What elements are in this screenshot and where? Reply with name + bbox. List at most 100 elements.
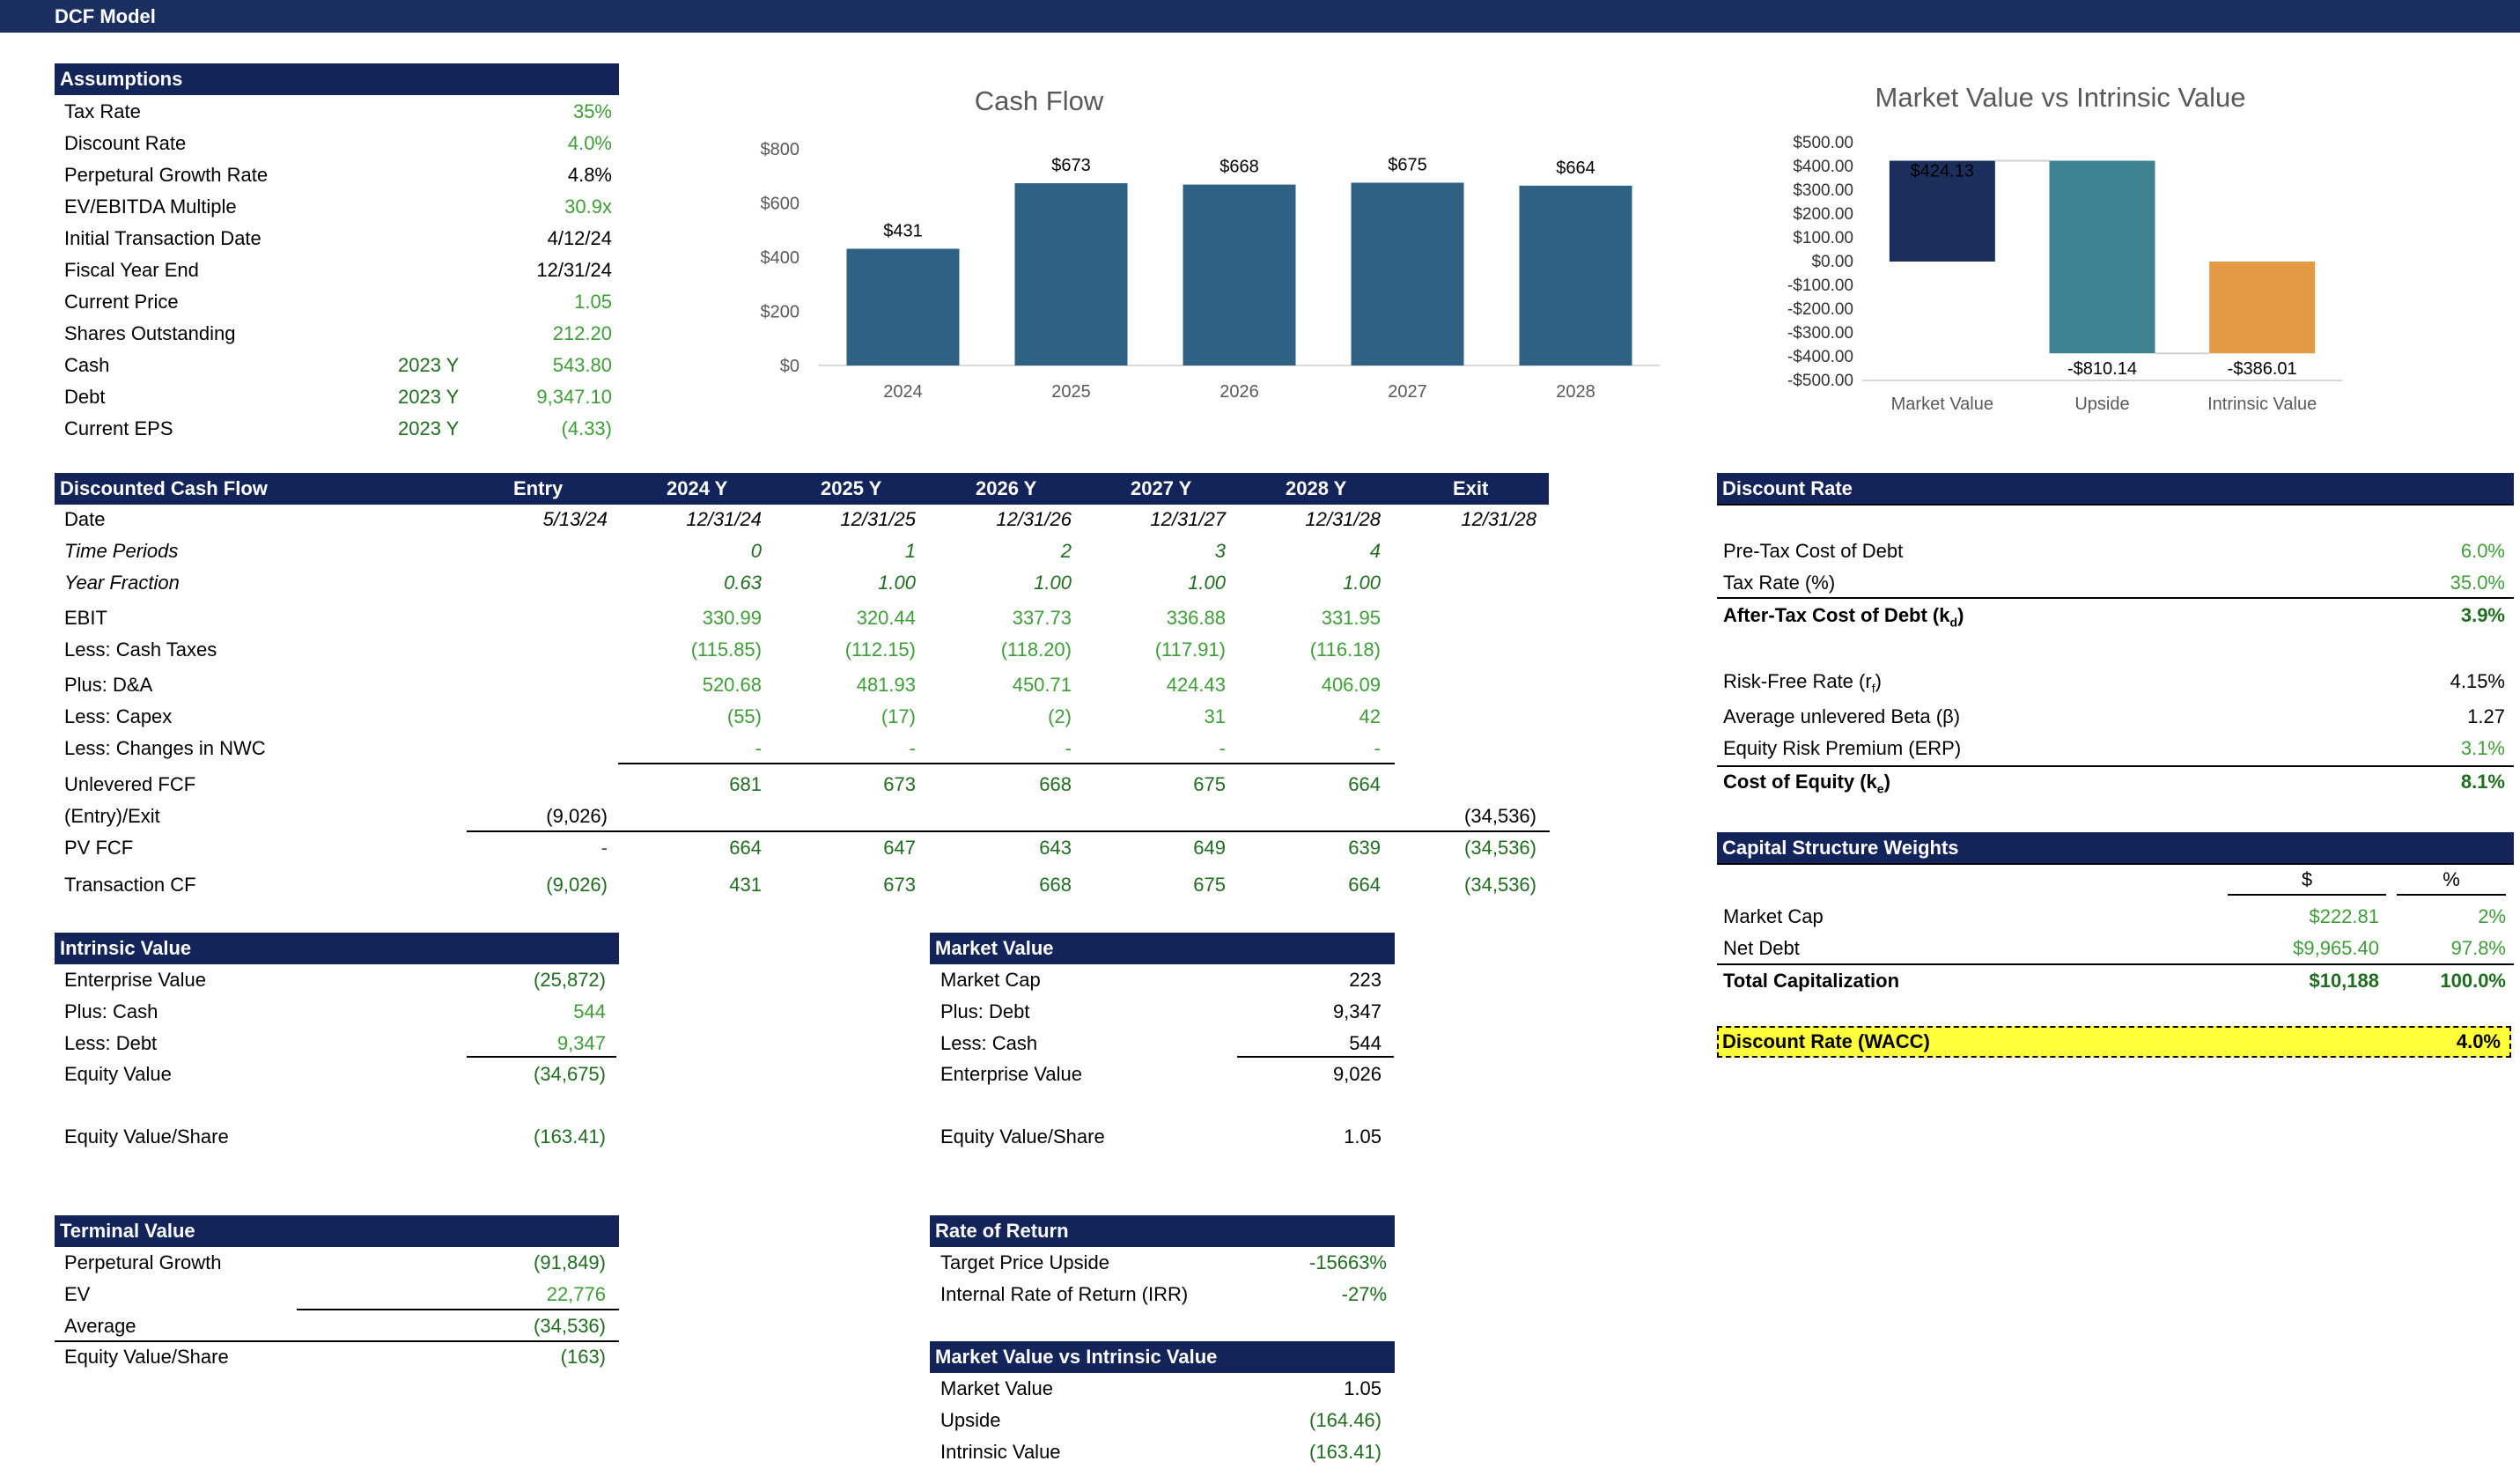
dcf-cell[interactable]: 643 bbox=[931, 833, 1072, 863]
intrinsic-row-value[interactable]: 544 bbox=[467, 997, 606, 1027]
dcf-cell[interactable]: 12/31/26 bbox=[931, 505, 1072, 535]
dcf-cell[interactable]: 12/31/27 bbox=[1085, 505, 1226, 535]
mvi-row-value[interactable]: (163.41) bbox=[1237, 1437, 1382, 1467]
dcf-cell[interactable]: 12/31/25 bbox=[775, 505, 916, 535]
capital-row-pct[interactable]: 2% bbox=[2397, 902, 2506, 932]
dcf-cell[interactable]: 450.71 bbox=[931, 670, 1072, 700]
dcf-cell[interactable]: - bbox=[775, 734, 916, 764]
wacc-highlight-cell[interactable]: Discount Rate (WACC) 4.0% bbox=[1717, 1026, 2511, 1058]
terminal-row-value[interactable]: (91,849) bbox=[467, 1248, 606, 1278]
dcf-cell[interactable]: 331.95 bbox=[1240, 603, 1381, 633]
capital-row-dollar[interactable]: $9,965.40 bbox=[2228, 934, 2379, 963]
dcf-cell[interactable]: 649 bbox=[1085, 833, 1226, 863]
dcf-cell[interactable]: 406.09 bbox=[1240, 670, 1381, 700]
ror-row-value[interactable]: -15663% bbox=[1237, 1248, 1387, 1278]
assumption-value[interactable]: (4.33) bbox=[475, 414, 612, 444]
dcf-cell[interactable]: 3 bbox=[1085, 536, 1226, 566]
dcf-cell[interactable]: - bbox=[1085, 734, 1226, 764]
market-row-value[interactable]: 223 bbox=[1237, 965, 1382, 995]
dcf-cell[interactable]: 1.00 bbox=[1240, 568, 1381, 598]
intrinsic-row-value[interactable]: 9,347 bbox=[467, 1029, 606, 1059]
assumption-value[interactable]: 1.05 bbox=[475, 287, 612, 317]
dcf-cell[interactable]: (118.20) bbox=[931, 635, 1072, 665]
dcf-cell[interactable]: - bbox=[1240, 734, 1381, 764]
dcf-cell[interactable]: (112.15) bbox=[775, 635, 916, 665]
dcf-cell[interactable]: 31 bbox=[1085, 702, 1226, 732]
intrinsic-row-value[interactable]: (34,675) bbox=[467, 1059, 606, 1089]
dcf-cell[interactable]: 639 bbox=[1240, 833, 1381, 863]
dcf-cell[interactable]: 1 bbox=[775, 536, 916, 566]
dcf-cell[interactable]: (34,536) bbox=[1396, 801, 1536, 831]
mvi-row-value[interactable]: 1.05 bbox=[1237, 1374, 1382, 1404]
discount-row-value[interactable]: 35.0% bbox=[2377, 568, 2505, 598]
dcf-cell[interactable]: 668 bbox=[931, 870, 1072, 900]
dcf-cell[interactable]: 42 bbox=[1240, 702, 1381, 732]
terminal-row-value[interactable]: (163) bbox=[467, 1342, 606, 1372]
dcf-cell[interactable]: (116.18) bbox=[1240, 635, 1381, 665]
dcf-cell[interactable]: - bbox=[621, 734, 762, 764]
capital-row-pct[interactable]: 97.8% bbox=[2397, 934, 2506, 963]
assumption-value[interactable]: 9,347.10 bbox=[475, 382, 612, 412]
dcf-cell[interactable]: 2 bbox=[931, 536, 1072, 566]
dcf-cell[interactable]: 431 bbox=[621, 870, 762, 900]
dcf-cell[interactable]: 337.73 bbox=[931, 603, 1072, 633]
terminal-row-value[interactable]: 22,776 bbox=[467, 1280, 606, 1310]
assumption-value[interactable]: 12/31/24 bbox=[475, 255, 612, 285]
assumption-value[interactable]: 4.0% bbox=[475, 129, 612, 159]
dcf-cell[interactable]: 481.93 bbox=[775, 670, 916, 700]
intrinsic-row-value[interactable]: (25,872) bbox=[467, 965, 606, 995]
dcf-cell[interactable]: 675 bbox=[1085, 870, 1226, 900]
dcf-cell[interactable]: 673 bbox=[775, 770, 916, 800]
dcf-cell[interactable]: 320.44 bbox=[775, 603, 916, 633]
dcf-cell[interactable]: 673 bbox=[775, 870, 916, 900]
dcf-cell[interactable]: 1.00 bbox=[931, 568, 1072, 598]
discount-row-value[interactable]: 6.0% bbox=[2377, 536, 2505, 566]
dcf-cell[interactable]: 0 bbox=[621, 536, 762, 566]
market-row-value[interactable]: 9,347 bbox=[1237, 997, 1382, 1027]
market-row-value[interactable]: 1.05 bbox=[1237, 1122, 1382, 1152]
dcf-cell[interactable]: 330.99 bbox=[621, 603, 762, 633]
dcf-cell[interactable]: (2) bbox=[931, 702, 1072, 732]
dcf-cell[interactable]: 1.00 bbox=[1085, 568, 1226, 598]
capital-row-dollar[interactable]: $222.81 bbox=[2228, 902, 2379, 932]
assumption-value[interactable]: 30.9x bbox=[475, 192, 612, 222]
dcf-cell[interactable]: - bbox=[467, 833, 608, 863]
dcf-cell[interactable]: 12/31/28 bbox=[1240, 505, 1381, 535]
assumption-value[interactable]: 35% bbox=[475, 97, 612, 127]
terminal-row-value[interactable]: (34,536) bbox=[467, 1311, 606, 1341]
dcf-cell[interactable]: (17) bbox=[775, 702, 916, 732]
assumption-value[interactable]: 212.20 bbox=[475, 319, 612, 349]
mvi-row-value[interactable]: (164.46) bbox=[1237, 1406, 1382, 1435]
dcf-cell[interactable]: (115.85) bbox=[621, 635, 762, 665]
dcf-cell[interactable]: 1.00 bbox=[775, 568, 916, 598]
assumption-value[interactable]: 4/12/24 bbox=[475, 224, 612, 254]
assumption-value[interactable]: 543.80 bbox=[475, 351, 612, 380]
dcf-cell[interactable]: 668 bbox=[931, 770, 1072, 800]
dcf-cell[interactable]: 664 bbox=[621, 833, 762, 863]
dcf-cell[interactable]: 12/31/24 bbox=[621, 505, 762, 535]
dcf-cell[interactable]: 675 bbox=[1085, 770, 1226, 800]
market-row-value[interactable]: 544 bbox=[1237, 1029, 1382, 1059]
dcf-cell[interactable]: 424.43 bbox=[1085, 670, 1226, 700]
dcf-cell[interactable]: 664 bbox=[1240, 770, 1381, 800]
ror-row-value[interactable]: -27% bbox=[1237, 1280, 1387, 1310]
dcf-cell[interactable]: 4 bbox=[1240, 536, 1381, 566]
dcf-cell[interactable]: (55) bbox=[621, 702, 762, 732]
dcf-cell[interactable]: 520.68 bbox=[621, 670, 762, 700]
dcf-cell[interactable]: (9,026) bbox=[467, 801, 608, 831]
dcf-cell[interactable]: 5/13/24 bbox=[467, 505, 608, 535]
dcf-cell[interactable]: (34,536) bbox=[1396, 870, 1536, 900]
dcf-cell[interactable]: (117.91) bbox=[1085, 635, 1226, 665]
dcf-cell[interactable]: (34,536) bbox=[1396, 833, 1536, 863]
dcf-cell[interactable]: 681 bbox=[621, 770, 762, 800]
market-row-value[interactable]: 9,026 bbox=[1237, 1059, 1382, 1089]
assumption-value[interactable]: 4.8% bbox=[475, 160, 612, 190]
dcf-cell[interactable]: (9,026) bbox=[467, 870, 608, 900]
dcf-cell[interactable]: 336.88 bbox=[1085, 603, 1226, 633]
dcf-cell[interactable]: 664 bbox=[1240, 870, 1381, 900]
dcf-cell[interactable]: 647 bbox=[775, 833, 916, 863]
dcf-cell[interactable]: 12/31/28 bbox=[1396, 505, 1536, 535]
intrinsic-row-value[interactable]: (163.41) bbox=[467, 1122, 606, 1152]
dcf-cell[interactable]: - bbox=[931, 734, 1072, 764]
dcf-cell[interactable]: 0.63 bbox=[621, 568, 762, 598]
